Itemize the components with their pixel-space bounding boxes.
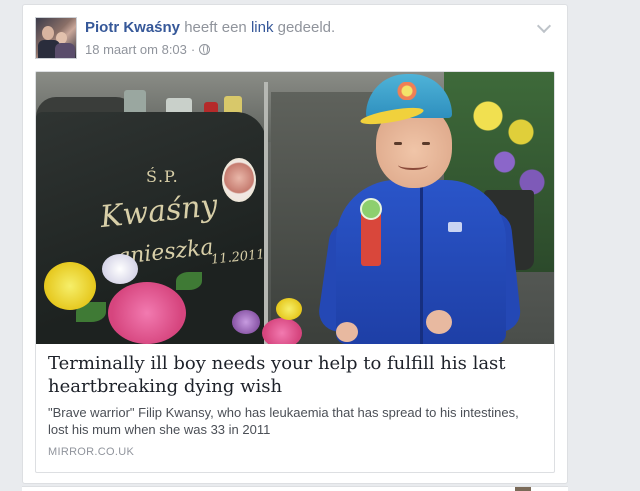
link-domain: MIRROR.CO.UK (48, 446, 135, 458)
page-right-gutter (570, 0, 640, 491)
feed-post-card: Piotr Kwaśny heeft een link gedeeld. 18 … (22, 4, 568, 484)
chevron-down-icon[interactable] (536, 18, 552, 34)
post-header: Piotr Kwaśny heeft een link gedeeld. 18 … (35, 17, 555, 61)
link-title[interactable]: Terminally ill boy needs your help to fu… (48, 352, 542, 398)
link-description: "Brave warrior" Filip Kwansy, who has le… (48, 405, 519, 437)
gravestone-portrait (222, 158, 256, 202)
author-name-link[interactable]: Piotr Kwaśny (85, 19, 180, 36)
gravestone-initials: Ś.P. (146, 167, 179, 186)
post-meta: 18 maart om 8:03 · (85, 42, 211, 57)
post-headline: Piotr Kwaśny heeft een link gedeeld. (85, 19, 335, 36)
link-preview-card[interactable]: Ś.P. Kwaśny gnieszka 11.2011 Terminally … (35, 71, 555, 473)
post-timestamp[interactable]: 18 maart om 8:03 (85, 42, 187, 57)
meta-separator: · (190, 42, 196, 57)
globe-icon[interactable] (199, 44, 211, 55)
link-preview-text: Terminally ill boy needs your help to fu… (36, 344, 554, 458)
author-avatar[interactable] (35, 17, 77, 59)
page-left-gutter (0, 0, 22, 491)
next-post-thumbnail (515, 487, 531, 491)
next-post-edge (22, 486, 568, 491)
action-suffix-text: gedeeld. (273, 19, 336, 36)
link-preview-image[interactable]: Ś.P. Kwaśny gnieszka 11.2011 (36, 72, 554, 344)
action-prefix-text: heeft een (180, 19, 251, 36)
shared-link-word[interactable]: link (251, 19, 274, 36)
